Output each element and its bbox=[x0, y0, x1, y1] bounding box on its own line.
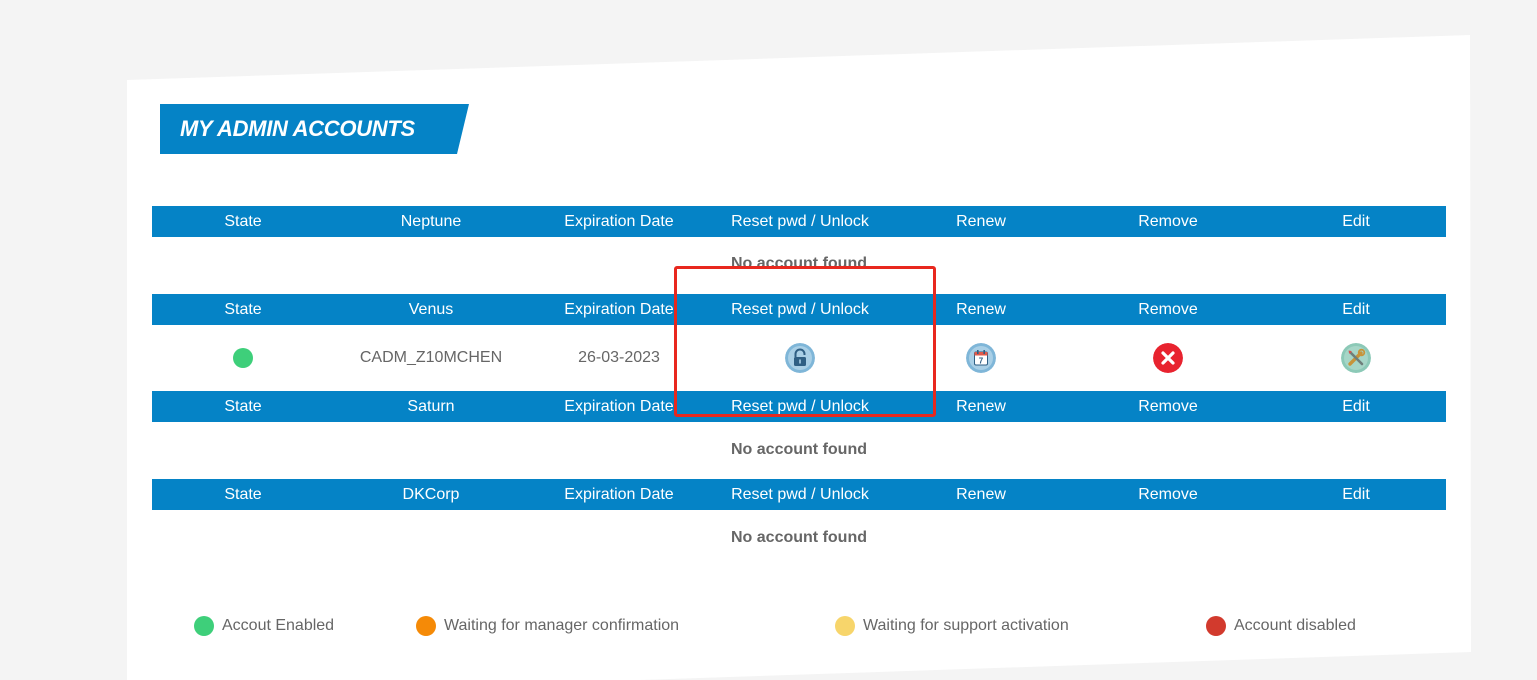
table-header: State Saturn Expiration Date Reset pwd /… bbox=[152, 391, 1446, 422]
header-client: Saturn bbox=[407, 398, 455, 415]
header-expiration: Expiration Date bbox=[564, 213, 674, 230]
header-renew: Renew bbox=[956, 213, 1006, 230]
calendar-icon[interactable]: 7 bbox=[966, 343, 996, 373]
header-client: Venus bbox=[408, 301, 454, 318]
legend-label: Account disabled bbox=[1234, 617, 1356, 634]
legend-dot-support bbox=[835, 616, 855, 636]
tools-icon[interactable] bbox=[1341, 343, 1371, 373]
page-title: MY ADMIN ACCOUNTS bbox=[180, 116, 415, 141]
legend-label: Accout Enabled bbox=[222, 617, 335, 634]
header-expiration: Expiration Date bbox=[564, 398, 674, 415]
header-reset: Reset pwd / Unlock bbox=[731, 398, 869, 415]
expiration-date: 26-03-2023 bbox=[578, 349, 660, 366]
status-legend: Accout Enabled Waiting for manager confi… bbox=[0, 614, 1537, 638]
header-edit: Edit bbox=[1342, 398, 1370, 415]
header-state: State bbox=[224, 486, 262, 503]
section-neptune: State Neptune Expiration Date Reset pwd … bbox=[152, 206, 1446, 272]
header-reset: Reset pwd / Unlock bbox=[731, 301, 869, 318]
calendar-day: 7 bbox=[979, 357, 984, 366]
legend-item: Account disabled bbox=[1206, 614, 1356, 638]
legend-label: Waiting for manager confirmation bbox=[444, 617, 680, 634]
page-title-banner: MY ADMIN ACCOUNTS bbox=[160, 104, 469, 154]
section-dkcorp: State DKCorp Expiration Date Reset pwd /… bbox=[152, 479, 1446, 546]
legend-item: Accout Enabled bbox=[194, 614, 334, 638]
section-venus: State Venus Expiration Date Reset pwd / … bbox=[152, 294, 1446, 391]
header-client: Neptune bbox=[400, 213, 462, 230]
header-client: DKCorp bbox=[402, 486, 460, 503]
table-header: State DKCorp Expiration Date Reset pwd /… bbox=[152, 479, 1446, 510]
header-expiration: Expiration Date bbox=[564, 486, 674, 503]
legend-item: Waiting for manager confirmation bbox=[416, 614, 679, 638]
account-name: CADM_Z10MCHEN bbox=[359, 349, 503, 366]
section-saturn: State Saturn Expiration Date Reset pwd /… bbox=[152, 391, 1446, 458]
header-reset: Reset pwd / Unlock bbox=[731, 486, 869, 503]
legend-dot-manager bbox=[416, 616, 436, 636]
header-state: State bbox=[224, 398, 262, 415]
header-remove: Remove bbox=[1138, 398, 1198, 415]
header-renew: Renew bbox=[956, 398, 1006, 415]
legend-label: Waiting for support activation bbox=[863, 617, 1069, 634]
header-edit: Edit bbox=[1342, 213, 1370, 230]
table-header: State Neptune Expiration Date Reset pwd … bbox=[152, 206, 1446, 237]
header-remove: Remove bbox=[1138, 213, 1198, 230]
header-state: State bbox=[224, 213, 262, 230]
header-expiration: Expiration Date bbox=[564, 301, 674, 318]
empty-message: No account found bbox=[731, 529, 867, 546]
table-row: CADM_Z10MCHEN 26-03-2023 7 bbox=[152, 325, 1446, 391]
state-enabled-indicator bbox=[233, 348, 253, 368]
legend-dot-enabled bbox=[194, 616, 214, 636]
header-remove: Remove bbox=[1138, 301, 1198, 318]
empty-message: No account found bbox=[731, 255, 867, 272]
close-icon[interactable] bbox=[1153, 343, 1183, 373]
header-edit: Edit bbox=[1342, 486, 1370, 503]
header-renew: Renew bbox=[956, 301, 1006, 318]
table-header: State Venus Expiration Date Reset pwd / … bbox=[152, 294, 1446, 325]
header-edit: Edit bbox=[1342, 301, 1370, 318]
header-state: State bbox=[224, 301, 262, 318]
legend-item: Waiting for support activation bbox=[835, 614, 1069, 638]
lock-icon[interactable] bbox=[785, 343, 815, 373]
header-reset: Reset pwd / Unlock bbox=[731, 213, 869, 230]
empty-message: No account found bbox=[731, 441, 867, 458]
header-remove: Remove bbox=[1138, 486, 1198, 503]
header-renew: Renew bbox=[956, 486, 1006, 503]
legend-dot-disabled bbox=[1206, 616, 1226, 636]
